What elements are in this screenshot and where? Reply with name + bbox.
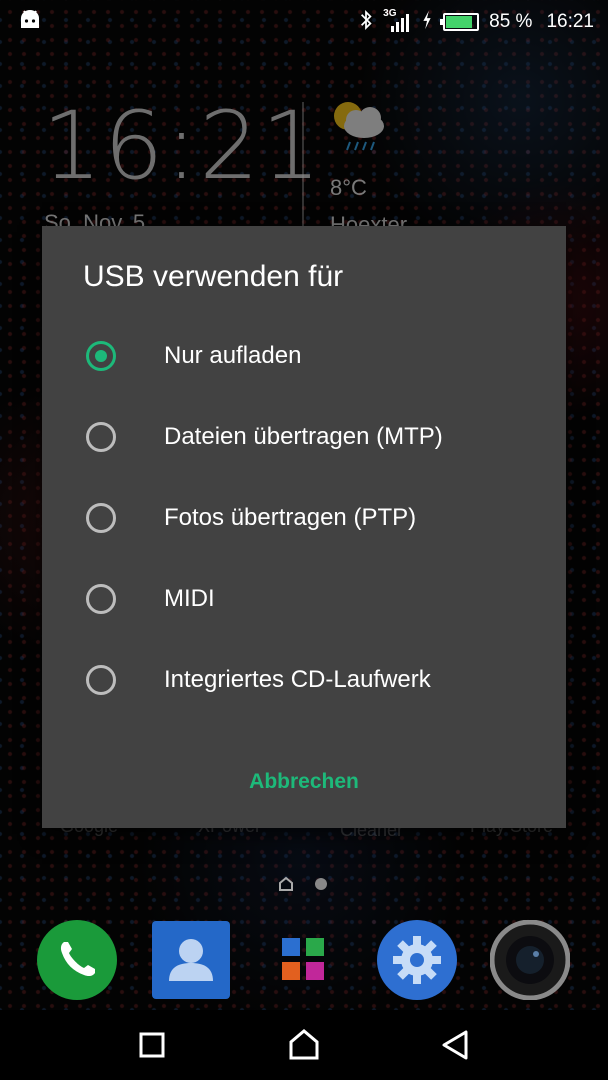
signal-3g-icon: 3G (383, 8, 411, 34)
usb-options-dialog: USB verwenden für Nur aufladen Dateien ü… (42, 226, 566, 828)
settings-icon[interactable] (377, 920, 457, 1000)
battery-fill (446, 16, 472, 28)
cancel-button[interactable]: Abbrechen (232, 760, 376, 804)
page-indicator (278, 876, 338, 892)
status-time: 16:21 (546, 11, 594, 32)
dialog-title: USB verwenden für (83, 260, 344, 293)
option-label: Fotos übertragen (PTP) (164, 504, 417, 531)
option-label: Nur aufladen (164, 342, 302, 369)
radio-button[interactable] (86, 503, 116, 533)
option-label: Dateien übertragen (MTP) (164, 423, 443, 450)
option-midi[interactable]: MIDI (42, 559, 566, 639)
radio-button[interactable] (86, 341, 116, 371)
recents-icon[interactable] (132, 1028, 172, 1062)
battery-icon (440, 13, 480, 31)
back-icon[interactable] (436, 1028, 476, 1062)
contacts-icon[interactable] (152, 921, 230, 999)
page-dot (315, 878, 327, 890)
navigation-bar (0, 1010, 608, 1080)
charging-bolt-icon (421, 10, 433, 35)
option-charge-only[interactable]: Nur aufladen (42, 316, 566, 396)
radio-button[interactable] (86, 584, 116, 614)
home-icon[interactable] (284, 1028, 324, 1062)
option-label: MIDI (164, 585, 215, 612)
radio-button[interactable] (86, 422, 116, 452)
battery-percent: 85 % (489, 11, 533, 32)
home-page-icon (278, 876, 294, 897)
phone-icon[interactable] (37, 920, 117, 1000)
option-cd-drive[interactable]: Integriertes CD-Laufwerk (42, 640, 566, 720)
option-label: Integriertes CD-Laufwerk (164, 666, 431, 693)
option-mtp[interactable]: Dateien übertragen (MTP) (42, 397, 566, 477)
status-bar: 3G 85 % 16:21 (0, 0, 608, 44)
android-notification-icon (18, 8, 42, 30)
radio-button[interactable] (86, 665, 116, 695)
bluetooth-icon (359, 9, 373, 36)
app-drawer-icon[interactable] (264, 920, 344, 1000)
option-ptp[interactable]: Fotos übertragen (PTP) (42, 478, 566, 558)
camera-icon[interactable] (489, 919, 571, 1001)
